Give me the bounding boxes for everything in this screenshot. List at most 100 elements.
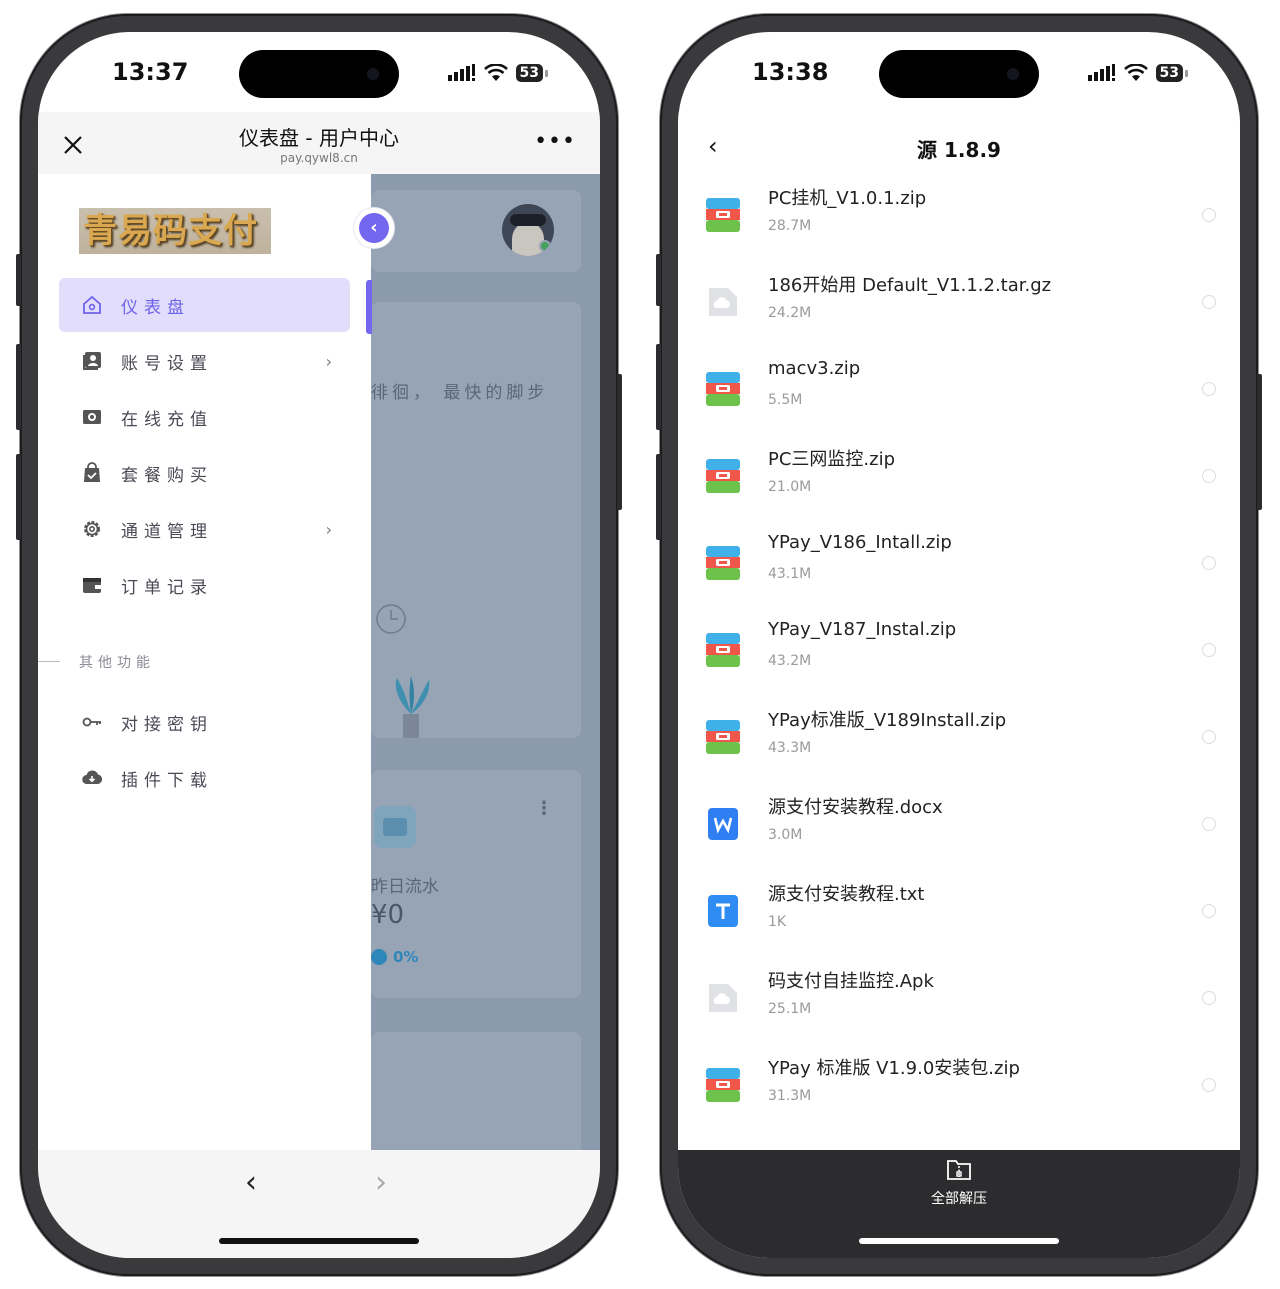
select-radio[interactable] — [1202, 1078, 1216, 1092]
drawer-backdrop[interactable]: 徘徊， 最快的脚步 ⋮ 昨日流水 ¥0 0% — [371, 174, 600, 1182]
file-name: PC挂机_V1.0.1.zip — [768, 188, 927, 209]
side-drawer: 青易码支付 仪表盘 账号设置 › 在线充值 套餐购买 通道管理 › 订单记录 其… — [38, 174, 372, 1150]
menu-label: 订单记录 — [121, 577, 213, 598]
file-name: YPay_V186_Intall.zip — [768, 532, 952, 553]
file-name: 码支付自挂监控.Apk — [768, 971, 934, 992]
file-row[interactable]: PC三网监控.zip 21.0M — [678, 435, 1240, 522]
file-name: YPay 标准版 V1.9.0安装包.zip — [768, 1058, 1020, 1079]
file-size: 24.2M — [768, 305, 812, 321]
select-radio[interactable] — [1202, 556, 1216, 570]
webview: 徘徊， 最快的脚步 ⋮ 昨日流水 ¥0 0% 青易码支付 仪表盘 账号设置 › … — [38, 174, 600, 1182]
bottom-action-bar: 全部解压 — [678, 1150, 1240, 1258]
camera-icon — [367, 68, 379, 80]
status-icons: 53 — [447, 64, 548, 82]
drawer-scroll-indicator — [366, 280, 372, 334]
file-row[interactable]: 码支付自挂监控.Apk 25.1M — [678, 957, 1240, 1044]
card-menu-icon[interactable]: ⋮ — [535, 800, 553, 818]
wifi-icon — [1123, 64, 1148, 81]
file-name: macv3.zip — [768, 358, 861, 379]
page-title: 仪表盘 - 用户中心 — [239, 126, 399, 150]
menu-item-order-records[interactable]: 订单记录 — [59, 558, 350, 612]
archive-file-icon — [706, 720, 740, 754]
file-row[interactable]: 源支付安装教程.txt 1K — [678, 870, 1240, 957]
file-size: 43.2M — [768, 653, 812, 669]
avatar[interactable] — [502, 204, 554, 256]
select-radio[interactable] — [1202, 904, 1216, 918]
select-radio[interactable] — [1202, 382, 1216, 396]
recharge-icon — [83, 410, 101, 424]
file-row[interactable]: YPay_V186_Intall.zip 43.1M — [678, 522, 1240, 609]
section-label: 其他功能 — [79, 655, 155, 671]
file-row[interactable]: YPay标准版_V189Install.zip 43.3M — [678, 696, 1240, 783]
signal-icon — [1087, 64, 1115, 81]
card-percent: 0% — [371, 948, 418, 966]
select-radio[interactable] — [1202, 817, 1216, 831]
menu-item-channel-management[interactable]: 通道管理 › — [59, 502, 350, 556]
file-size: 21.0M — [768, 479, 812, 495]
archive-file-icon — [706, 546, 740, 580]
select-radio[interactable] — [1202, 643, 1216, 657]
gear-icon — [84, 521, 100, 537]
menu-label: 通道管理 — [121, 521, 213, 542]
menu-item-api-key[interactable]: 对接密钥 — [59, 695, 350, 749]
app-header: ‹ 源 1.8.9 — [678, 112, 1240, 174]
status-time: 13:37 — [112, 58, 189, 86]
menu-item-package-purchase[interactable]: 套餐购买 — [59, 446, 350, 500]
folder-title: 源 1.8.9 — [917, 138, 1001, 162]
file-name: YPay_V187_Instal.zip — [768, 619, 957, 640]
forward-button[interactable]: › — [375, 1168, 387, 1198]
select-radio[interactable] — [1202, 295, 1216, 309]
drawer-collapse-button[interactable]: ‹ — [354, 208, 394, 248]
back-button[interactable]: ‹ — [245, 1168, 257, 1198]
extract-all-button[interactable]: 全部解压 — [678, 1158, 1240, 1208]
chevron-left-icon: ‹ — [359, 213, 389, 243]
card-label: 昨日流水 — [371, 877, 439, 897]
archive-file-icon — [706, 198, 740, 232]
home-indicator — [859, 1238, 1059, 1244]
generic-file-icon — [706, 981, 740, 1015]
select-radio[interactable] — [1202, 208, 1216, 222]
menu-item-online-recharge[interactable]: 在线充值 — [59, 390, 350, 444]
select-radio[interactable] — [1202, 991, 1216, 1005]
menu-label: 账号设置 — [121, 353, 213, 374]
file-size: 3.0M — [768, 827, 803, 843]
file-row[interactable]: 186开始用 Default_V1.1.2.tar.gz 24.2M — [678, 261, 1240, 348]
side-button — [1257, 374, 1262, 510]
file-row[interactable]: YPay_V187_Instal.zip 43.2M — [678, 609, 1240, 696]
menu-item-dashboard[interactable]: 仪表盘 — [59, 278, 350, 332]
file-size: 1K — [768, 914, 787, 930]
side-button — [656, 454, 661, 540]
status-bar: 13:38 53 — [678, 32, 1240, 112]
page-url: pay.qywl8.cn — [280, 151, 358, 165]
menu-item-plugin-download[interactable]: 插件下载 — [59, 751, 350, 805]
menu-label: 仪表盘 — [121, 297, 190, 318]
archive-file-icon — [706, 1068, 740, 1102]
select-radio[interactable] — [1202, 730, 1216, 744]
file-name: 186开始用 Default_V1.1.2.tar.gz — [768, 275, 1052, 296]
extract-all-label: 全部解压 — [931, 1191, 987, 1207]
file-row[interactable]: YPay 标准版 V1.9.0安装包.zip 31.3M — [678, 1044, 1240, 1131]
generic-file-icon — [706, 285, 740, 319]
word-document-icon — [706, 807, 740, 841]
home-icon — [83, 295, 101, 314]
menu-label: 插件下载 — [121, 770, 213, 791]
left-screen: 13:37 53 仪表盘 - 用户中心 pay.qywl8.cn ••• 徘徊，… — [38, 32, 600, 1258]
file-row[interactable]: 源支付安装教程.docx 3.0M — [678, 783, 1240, 870]
file-size: 25.1M — [768, 1001, 812, 1017]
more-icon[interactable]: ••• — [534, 131, 576, 153]
side-button — [16, 254, 21, 306]
browser-header: 仪表盘 - 用户中心 pay.qywl8.cn ••• — [38, 112, 600, 174]
menu-item-account-settings[interactable]: 账号设置 › — [59, 334, 350, 388]
wallet-icon-bg — [374, 806, 416, 848]
text-file-icon — [706, 894, 740, 928]
card-percent-text: 0% — [393, 948, 419, 966]
file-name: 源支付安装教程.txt — [768, 884, 925, 905]
slogan-text: 徘徊， 最快的脚步 — [371, 383, 549, 403]
right-screen: 13:38 53 ‹ 源 1.8.9 PC挂机_V1.0.1.zip 28.7M 1… — [678, 32, 1240, 1258]
file-name: PC三网监控.zip — [768, 449, 896, 470]
home-indicator — [219, 1238, 419, 1244]
battery-icon: 53 — [515, 64, 543, 82]
file-row[interactable]: macv3.zip 5.5M — [678, 348, 1240, 435]
select-radio[interactable] — [1202, 469, 1216, 483]
file-row[interactable]: PC挂机_V1.0.1.zip 28.7M — [678, 174, 1240, 261]
